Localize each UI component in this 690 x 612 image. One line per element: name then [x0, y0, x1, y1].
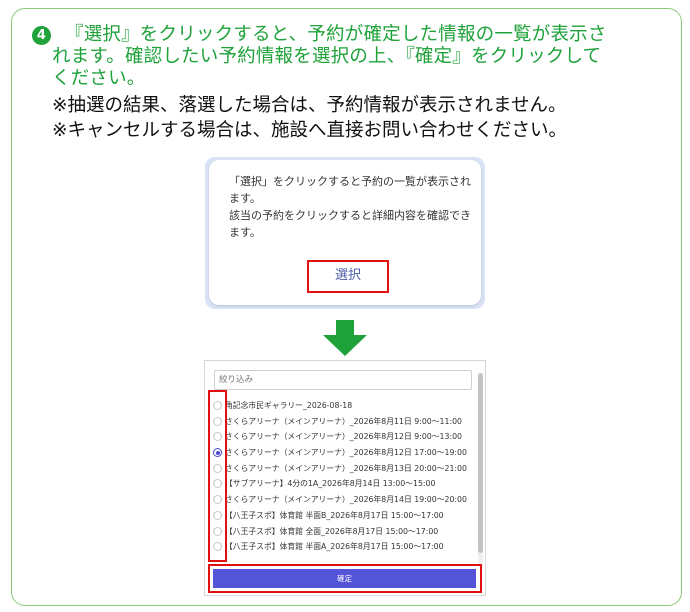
reservation-item[interactable]: さくらアリーナ（メインアリーナ）_2026年8月14日 19:00～20:00: [205, 492, 477, 508]
reservation-radio[interactable]: [213, 526, 222, 536]
reservation-item-label: さくらアリーナ（メインアリーナ）_2026年8月14日 19:00～20:00: [225, 495, 467, 505]
reservation-radio[interactable]: [213, 401, 222, 410]
reservation-item[interactable]: さくらアリーナ（メインアリーナ）_2026年8月12日 9:00～13:00: [205, 429, 477, 445]
reservation-list-panel: 角記念市民ギャラリー_2026-08-18 さくらアリーナ（メインアリーナ）_20…: [204, 360, 486, 596]
reservation-radio[interactable]: [213, 448, 222, 458]
reservation-radio[interactable]: [213, 510, 222, 520]
reservation-item-label: さくらアリーナ（メインアリーナ）_2026年8月11日 9:00～11:00: [225, 416, 463, 426]
lottery-note: ※抽選の結果、落選した場合は、予約情報が表示されません。: [52, 95, 567, 116]
select-panel-text-1: 「選択」をクリックすると予約の一覧が表示されます。: [229, 175, 471, 205]
reservation-item-label: 【サブアリーナ】4分の1A_2026年8月14日 13:00～15:00: [225, 479, 436, 489]
reservation-item[interactable]: さくらアリーナ（メインアリーナ）_2026年8月13日 20:00～21:00: [205, 461, 477, 477]
reservation-item[interactable]: 【八王子スポ】体育館 全面_2026年8月17日 15:00～17:00: [205, 524, 477, 540]
select-panel-card: 「選択」をクリックすると予約の一覧が表示されます。 該当の予約をクリックすると詳…: [209, 160, 481, 305]
reservation-item[interactable]: 【八王子スポ】体育館 半面B_2026年8月17日 15:00～17:00: [205, 508, 477, 524]
reservation-list: 角記念市民ギャラリー_2026-08-18 さくらアリーナ（メインアリーナ）_20…: [205, 398, 477, 555]
instruction-line-1: 『選択』をクリックすると、予約が確定した情報の一覧が表示さ: [65, 24, 607, 45]
filter-input[interactable]: [214, 370, 472, 390]
select-panel-text-2: 該当の予約をクリックすると詳細内容を確認できます。: [229, 209, 471, 239]
reservation-item[interactable]: 【サブアリーナ】4分の1A_2026年8月14日 13:00～15:00: [205, 476, 477, 492]
reservation-item[interactable]: さくらアリーナ（メインアリーナ）_2026年8月12日 17:00～19:00: [205, 445, 477, 461]
arrow-down-icon: [323, 320, 367, 356]
instruction-text: 4 『選択』をクリックすると、予約が確定した情報の一覧が表示さ れます。確認したい…: [32, 24, 672, 90]
select-panel-text: 「選択」をクリックすると予約の一覧が表示されます。 該当の予約をクリックすると詳…: [229, 174, 474, 241]
reservation-radio[interactable]: [213, 542, 222, 552]
reservation-item[interactable]: 角記念市民ギャラリー_2026-08-18: [205, 398, 477, 414]
confirm-button[interactable]: 確定: [213, 569, 476, 588]
reservation-radio[interactable]: [213, 495, 222, 505]
reservation-item-label: さくらアリーナ（メインアリーナ）_2026年8月13日 20:00～21:00: [225, 463, 467, 473]
reservation-item-label: さくらアリーナ（メインアリーナ）_2026年8月12日 17:00～19:00: [225, 448, 467, 458]
reservation-radio[interactable]: [213, 416, 222, 426]
reservation-item-label: 【八王子スポ】体育館 半面B_2026年8月17日 15:00～17:00: [225, 510, 444, 520]
step-number-badge: 4: [32, 26, 51, 45]
select-panel: 「選択」をクリックすると予約の一覧が表示されます。 該当の予約をクリックすると詳…: [205, 157, 485, 309]
reservation-radio[interactable]: [213, 479, 222, 489]
reservation-item[interactable]: さくらアリーナ（メインアリーナ）_2026年8月11日 9:00～11:00: [205, 414, 477, 430]
cancel-note: ※キャンセルする場合は、施設へ直接お問い合わせください。: [52, 120, 568, 141]
reservation-item-label: さくらアリーナ（メインアリーナ）_2026年8月12日 9:00～13:00: [225, 432, 463, 442]
instruction-line-2: れます。確認したい予約情報を選択の上、『確定』をクリックして: [52, 46, 602, 67]
select-button[interactable]: 選択: [307, 260, 389, 293]
confirm-highlight: 確定: [208, 564, 482, 593]
reservation-item-label: 角記念市民ギャラリー_2026-08-18: [225, 401, 353, 410]
reservation-item[interactable]: 【八王子スポ】体育館 半面A_2026年8月17日 15:00～17:00: [205, 539, 477, 555]
reservation-radio[interactable]: [213, 463, 222, 473]
scrollbar-thumb[interactable]: [478, 373, 483, 553]
reservation-radio[interactable]: [213, 432, 222, 442]
reservation-item-label: 【八王子スポ】体育館 半面A_2026年8月17日 15:00～17:00: [225, 542, 444, 552]
reservation-item-label: 【八王子スポ】体育館 全面_2026年8月17日 15:00～17:00: [225, 526, 439, 536]
instruction-line-3: ください。: [52, 68, 146, 89]
list-scrollbar[interactable]: [478, 373, 483, 567]
